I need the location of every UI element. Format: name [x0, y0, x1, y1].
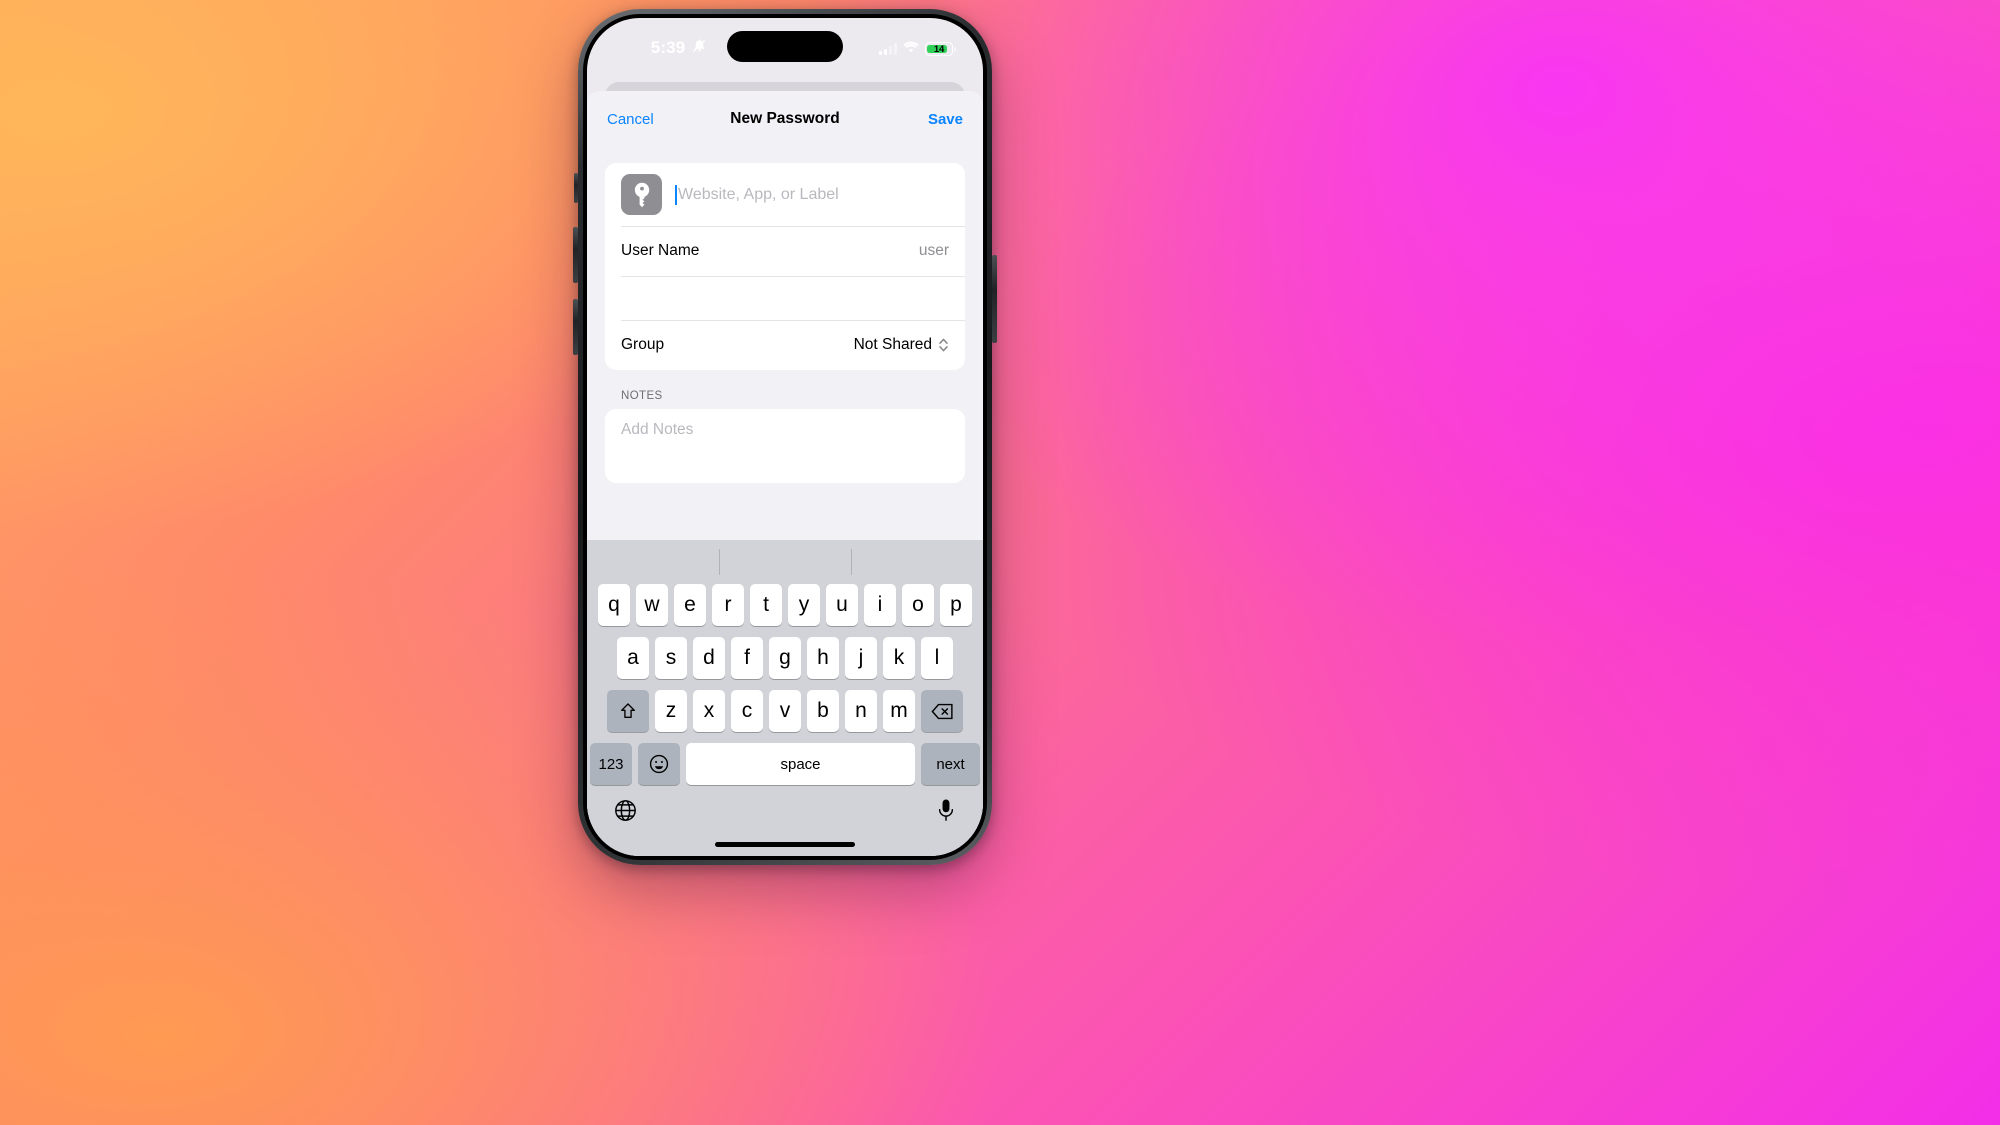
- key-o[interactable]: o: [902, 584, 934, 626]
- key-k[interactable]: k: [883, 637, 915, 679]
- signal-bars-icon: [879, 43, 897, 55]
- save-button[interactable]: Save: [928, 111, 963, 128]
- keyboard: qwertyuiop asdfghjkl zxcvbnm 123 space n…: [587, 540, 983, 856]
- group-value: Not Shared: [853, 336, 932, 353]
- key-h[interactable]: h: [807, 637, 839, 679]
- bell-slash-icon: [692, 38, 707, 58]
- title-field-row[interactable]: Website, App, or Label: [605, 163, 965, 226]
- group-value-wrap[interactable]: Not Shared: [854, 336, 949, 354]
- key-l[interactable]: l: [921, 637, 953, 679]
- keyboard-row-3: zxcvbnm: [587, 690, 983, 732]
- space-key[interactable]: space: [686, 743, 915, 785]
- title-placeholder: Website, App, or Label: [678, 185, 839, 203]
- group-label: Group: [621, 336, 665, 353]
- key-x[interactable]: x: [693, 690, 725, 732]
- key-u[interactable]: u: [826, 584, 858, 626]
- key-r[interactable]: r: [712, 584, 744, 626]
- battery-icon: 14: [925, 42, 956, 56]
- dynamic-island: [727, 31, 843, 62]
- home-indicator: [715, 842, 855, 847]
- phone-frame: 5:39 14 Cancel New Password Save Website…: [573, 9, 997, 865]
- key-v[interactable]: v: [769, 690, 801, 732]
- key-g[interactable]: g: [769, 637, 801, 679]
- username-label: User Name: [621, 242, 700, 259]
- status-bar-left: 5:39: [617, 38, 741, 58]
- cancel-button[interactable]: Cancel: [607, 111, 654, 128]
- phone-screen: 5:39 14 Cancel New Password Save Website…: [587, 18, 983, 856]
- shift-key[interactable]: [607, 690, 649, 732]
- key-z[interactable]: z: [655, 690, 687, 732]
- key-a[interactable]: a: [617, 637, 649, 679]
- silent-switch[interactable]: [574, 173, 578, 203]
- text-cursor: [675, 184, 677, 205]
- notes-group[interactable]: Add Notes: [605, 409, 965, 483]
- password-row[interactable]: [605, 276, 965, 320]
- volume-down-button[interactable]: [573, 299, 578, 355]
- keyboard-row-4: 123 space next: [587, 743, 983, 785]
- suggestion-divider: [850, 549, 852, 575]
- new-password-sheet: Cancel New Password Save Website, App, o…: [587, 91, 983, 856]
- keyboard-suggestion-bar: [587, 540, 983, 584]
- key-c[interactable]: c: [731, 690, 763, 732]
- backspace-key[interactable]: [921, 690, 963, 732]
- wifi-icon: [903, 40, 919, 58]
- keyboard-row-3-letters: zxcvbnm: [655, 690, 915, 732]
- key-d[interactable]: d: [693, 637, 725, 679]
- credentials-group: Website, App, or Label User Name user Gr…: [605, 163, 965, 370]
- key-icon: [621, 174, 662, 215]
- title-input[interactable]: Website, App, or Label: [675, 184, 949, 205]
- key-y[interactable]: y: [788, 584, 820, 626]
- suggestion-divider: [718, 549, 720, 575]
- username-value[interactable]: user: [919, 242, 949, 260]
- smiley-face-icon[interactable]: [638, 743, 680, 785]
- key-n[interactable]: n: [845, 690, 877, 732]
- chevron-up-down-icon: [938, 337, 949, 353]
- battery-level: 14: [933, 43, 945, 55]
- key-e[interactable]: e: [674, 584, 706, 626]
- power-button[interactable]: [992, 255, 997, 343]
- group-row[interactable]: Group Not Shared: [605, 320, 965, 370]
- key-q[interactable]: q: [598, 584, 630, 626]
- key-t[interactable]: t: [750, 584, 782, 626]
- key-f[interactable]: f: [731, 637, 763, 679]
- volume-up-button[interactable]: [573, 227, 578, 283]
- keyboard-row-2: asdfghjkl: [587, 637, 983, 679]
- key-s[interactable]: s: [655, 637, 687, 679]
- notes-placeholder[interactable]: Add Notes: [605, 409, 965, 451]
- keyboard-row-1: qwertyuiop: [587, 584, 983, 626]
- keyboard-bottom-bar: [587, 785, 983, 841]
- return-key[interactable]: next: [921, 743, 980, 785]
- username-row[interactable]: User Name user: [605, 226, 965, 276]
- navigation-bar: Cancel New Password Save: [587, 91, 983, 147]
- numbers-key[interactable]: 123: [590, 743, 632, 785]
- phone-bezel: 5:39 14 Cancel New Password Save Website…: [583, 14, 987, 860]
- key-j[interactable]: j: [845, 637, 877, 679]
- key-p[interactable]: p: [940, 584, 972, 626]
- notes-section-header: NOTES: [621, 390, 663, 402]
- key-m[interactable]: m: [883, 690, 915, 732]
- status-bar-right: 14: [879, 38, 956, 58]
- key-b[interactable]: b: [807, 690, 839, 732]
- key-i[interactable]: i: [864, 584, 896, 626]
- status-time: 5:39: [650, 38, 686, 57]
- globe-icon[interactable]: [613, 798, 638, 828]
- key-w[interactable]: w: [636, 584, 668, 626]
- microphone-icon[interactable]: [935, 798, 957, 828]
